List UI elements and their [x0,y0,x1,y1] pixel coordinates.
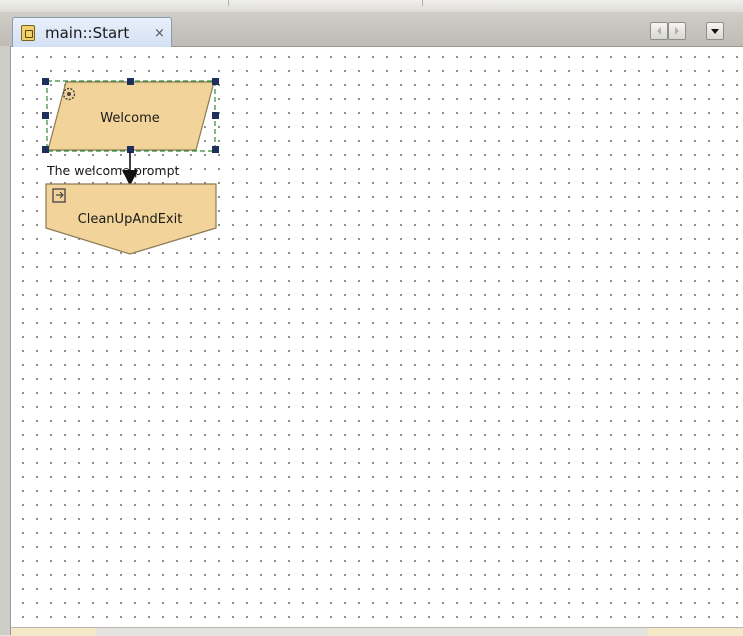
resize-handle[interactable] [212,112,219,119]
flow-diagram: Welcome The welcome prompt CleanUpAndExi… [42,78,219,255]
resize-handle[interactable] [42,112,49,119]
resize-handle[interactable] [127,146,134,153]
node-cleanupandexit[interactable]: CleanUpAndExit [45,183,217,255]
edge-label: The welcome prompt [46,163,180,178]
resize-handle[interactable] [212,146,219,153]
resize-handle[interactable] [212,78,219,85]
node-cleanupandexit-label: CleanUpAndExit [78,212,183,227]
node-welcome[interactable]: Welcome [42,78,219,153]
resize-handle[interactable] [127,78,134,85]
resize-handle[interactable] [42,78,49,85]
node-welcome-label: Welcome [100,111,159,126]
edge-welcome-to-cleanup[interactable]: The welcome prompt [46,152,180,186]
resize-handle[interactable] [42,146,49,153]
